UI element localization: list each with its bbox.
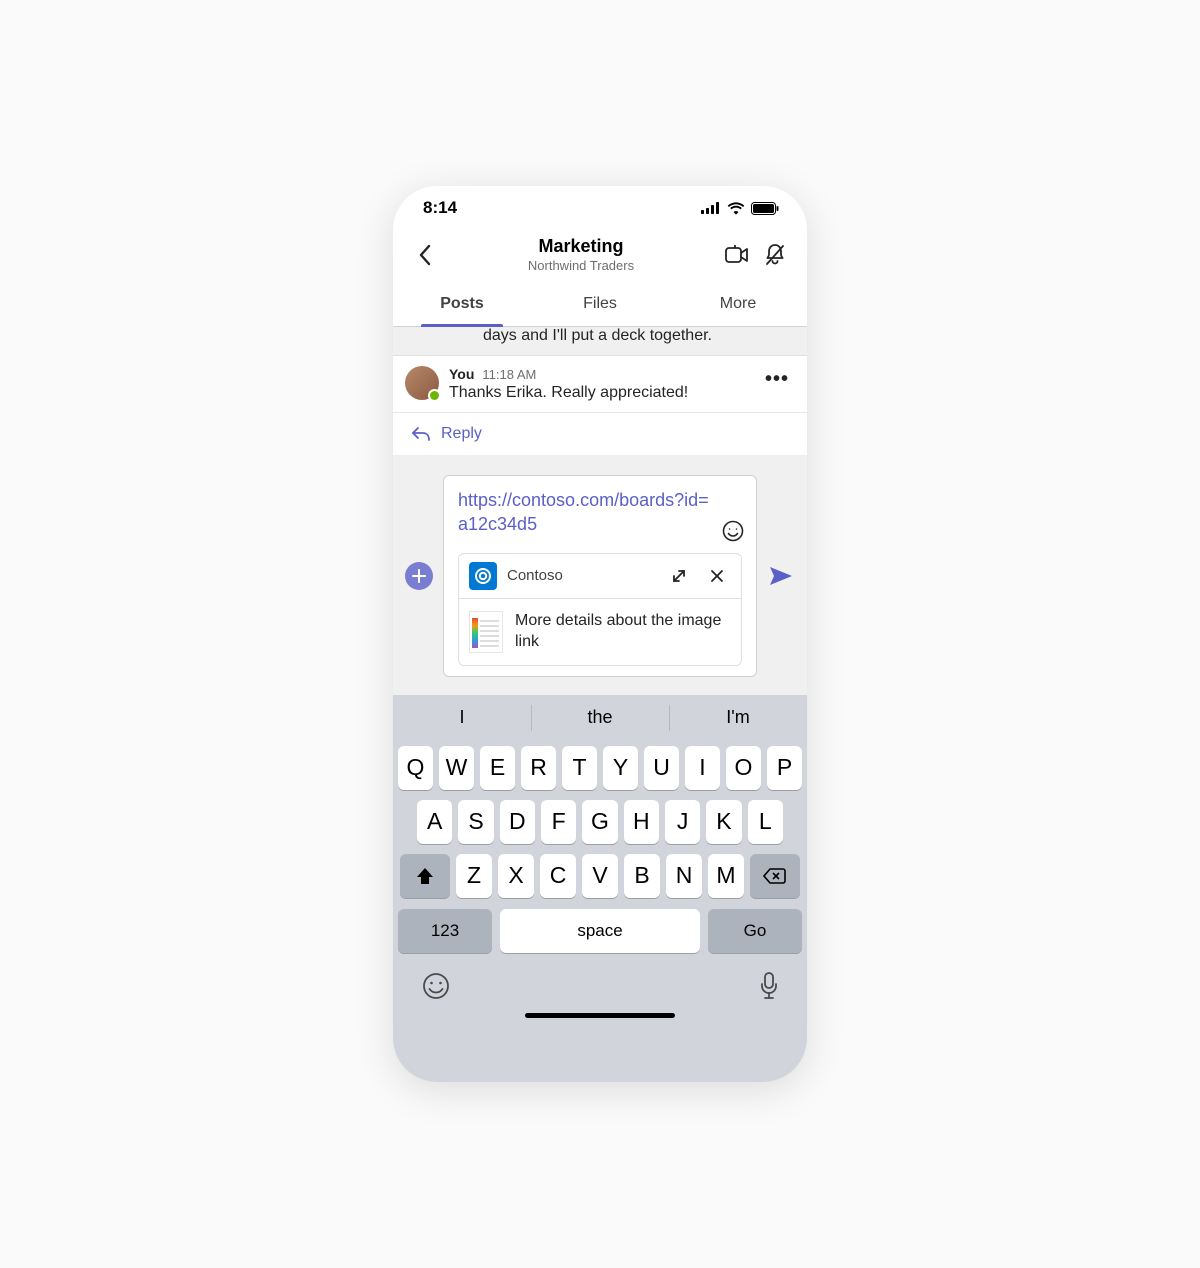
presence-available-icon (428, 389, 441, 402)
key-numeric[interactable]: 123 (398, 909, 492, 953)
previous-message-fragment: days and I'll put a deck together. (393, 327, 807, 355)
key-e[interactable]: E (480, 746, 515, 790)
wifi-icon (727, 202, 745, 215)
preview-description: More details about the image link (515, 611, 731, 653)
avatar (405, 366, 439, 400)
key-l[interactable]: L (748, 800, 783, 844)
key-shift[interactable] (400, 854, 450, 898)
channel-header: Marketing Northwind Traders (393, 230, 807, 283)
notifications-button[interactable] (761, 241, 789, 269)
emoji-keyboard-button[interactable] (421, 971, 451, 1001)
key-m[interactable]: M (708, 854, 744, 898)
channel-title: Marketing (449, 236, 713, 257)
suggestion[interactable]: the (531, 695, 669, 741)
meet-now-button[interactable] (723, 241, 751, 269)
key-space[interactable]: space (500, 909, 700, 953)
tab-files[interactable]: Files (531, 283, 669, 326)
key-c[interactable]: C (540, 854, 576, 898)
status-bar: 8:14 (393, 186, 807, 230)
key-k[interactable]: K (706, 800, 741, 844)
key-w[interactable]: W (439, 746, 474, 790)
message-text: Thanks Erika. Really appreciated! (449, 384, 755, 402)
compose-add-button[interactable] (405, 562, 433, 590)
key-x[interactable]: X (498, 854, 534, 898)
compose-input[interactable]: https://contoso.com/boards?id=a12c34d5 C… (443, 475, 757, 677)
preview-thumbnail (469, 611, 503, 653)
message-time: 11:18 AM (482, 367, 536, 382)
key-i[interactable]: I (685, 746, 720, 790)
send-button[interactable] (767, 564, 795, 588)
key-n[interactable]: N (666, 854, 702, 898)
key-h[interactable]: H (624, 800, 659, 844)
team-name: Northwind Traders (449, 258, 713, 273)
back-button[interactable] (411, 241, 439, 269)
dictation-button[interactable] (759, 971, 779, 1001)
dismiss-card-button[interactable] (703, 562, 731, 590)
key-go[interactable]: Go (708, 909, 802, 953)
link-preview-card: Contoso More details about the image lin… (458, 553, 742, 666)
message-author: You (449, 366, 474, 382)
key-backspace[interactable] (750, 854, 800, 898)
key-t[interactable]: T (562, 746, 597, 790)
key-d[interactable]: D (500, 800, 535, 844)
key-a[interactable]: A (417, 800, 452, 844)
key-q[interactable]: Q (398, 746, 433, 790)
key-b[interactable]: B (624, 854, 660, 898)
expand-card-button[interactable] (665, 562, 693, 590)
app-logo-icon (469, 562, 497, 590)
cellular-icon (701, 202, 721, 214)
message-thread: days and I'll put a deck together. You 1… (393, 327, 807, 455)
suggestion[interactable]: I'm (669, 695, 807, 741)
phone-frame: 8:14 Marketing Northwind Traders (393, 186, 807, 1082)
home-indicator[interactable] (525, 1013, 675, 1018)
suggestion[interactable]: I (393, 695, 531, 741)
key-f[interactable]: F (541, 800, 576, 844)
compose-area: https://contoso.com/boards?id=a12c34d5 C… (393, 455, 807, 695)
emoji-picker-button[interactable] (722, 520, 744, 542)
message-more-button[interactable]: ••• (765, 366, 789, 402)
key-o[interactable]: O (726, 746, 761, 790)
key-v[interactable]: V (582, 854, 618, 898)
key-p[interactable]: P (767, 746, 802, 790)
message-item[interactable]: You 11:18 AM Thanks Erika. Really apprec… (393, 355, 807, 412)
tab-posts[interactable]: Posts (393, 283, 531, 326)
channel-tabs: Posts Files More (393, 283, 807, 327)
reply-button[interactable]: Reply (393, 412, 807, 455)
reply-label: Reply (441, 425, 482, 443)
key-z[interactable]: Z (456, 854, 492, 898)
keyboard: I the I'm Q W E R T Y U I O P A S D F G … (393, 695, 807, 1082)
status-time: 8:14 (423, 198, 457, 218)
key-u[interactable]: U (644, 746, 679, 790)
key-g[interactable]: G (582, 800, 617, 844)
keyboard-suggestions: I the I'm (393, 695, 807, 741)
app-name: Contoso (507, 567, 655, 584)
tab-more[interactable]: More (669, 283, 807, 326)
key-j[interactable]: J (665, 800, 700, 844)
reply-icon (411, 426, 431, 442)
battery-icon (751, 202, 779, 215)
compose-link-text: https://contoso.com/boards?id=a12c34d5 (458, 488, 742, 537)
key-y[interactable]: Y (603, 746, 638, 790)
key-r[interactable]: R (521, 746, 556, 790)
key-s[interactable]: S (458, 800, 493, 844)
